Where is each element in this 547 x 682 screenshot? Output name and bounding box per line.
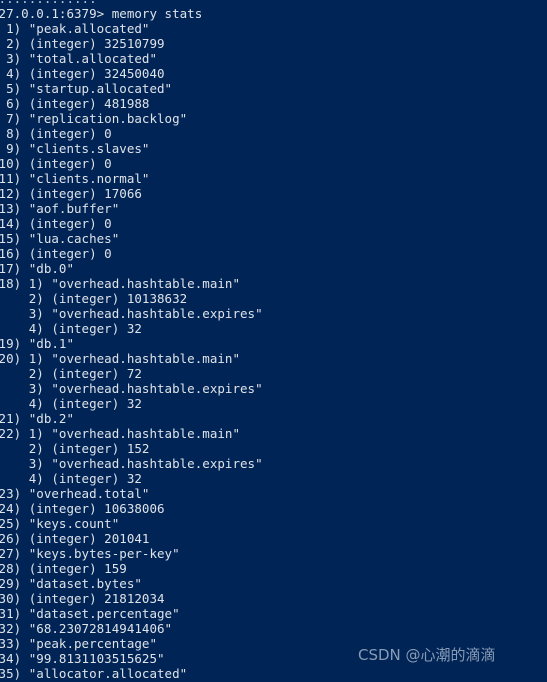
terminal-output-line: 13) "aof.buffer" (0, 201, 120, 216)
terminal-output-line: 5) "startup.allocated" (0, 81, 173, 96)
terminal-scrollback: .............. 127.0.0.1:6379> memory st… (0, 0, 547, 682)
terminal-output-line: 2) (integer) 152 (0, 441, 150, 456)
terminal-output-line: 26) (integer) 201041 (0, 531, 150, 546)
terminal-output-line: 27) "keys.bytes-per-key" (0, 546, 180, 561)
terminal-output-line: 23) "overhead.total" (0, 486, 150, 501)
terminal-output-line: 4) (integer) 32 (0, 396, 142, 411)
terminal-output-line: 22) 1) "overhead.hashtable.main" (0, 426, 241, 441)
terminal-output-line: 8) (integer) 0 (0, 126, 112, 141)
terminal-output-line: 18) 1) "overhead.hashtable.main" (0, 276, 241, 291)
terminal-output-line: 3) "overhead.hashtable.expires" (0, 381, 263, 396)
terminal-output-line: 17) "db.0" (0, 261, 75, 276)
terminal-output-line: 6) (integer) 481988 (0, 96, 150, 111)
terminal-output-line: 34) "99.8131103515625" (0, 651, 165, 666)
terminal-output-line: 25) "keys.count" (0, 516, 120, 531)
terminal-output-line: 16) (integer) 0 (0, 246, 112, 261)
terminal-output-line: 28) (integer) 159 (0, 561, 127, 576)
terminal-output-line: 3) "overhead.hashtable.expires" (0, 456, 263, 471)
terminal-output-line: 24) (integer) 10638006 (0, 501, 165, 516)
terminal-output-line: 19) "db.1" (0, 336, 75, 351)
terminal-output-line: 2) (integer) 10138632 (0, 291, 188, 306)
terminal-output-line: 21) "db.2" (0, 411, 75, 426)
terminal-output-line: 4) (integer) 32 (0, 321, 142, 336)
terminal-output-line: 15) "lua.caches" (0, 231, 120, 246)
terminal-partial-top-line: .............. (0, 0, 547, 6)
terminal-output-line: 32) "68.23072814941406" (0, 621, 173, 636)
terminal-output-line: 29) "dataset.bytes" (0, 576, 142, 591)
terminal-output-line: 3) "total.allocated" (0, 51, 158, 66)
terminal-output-line: 4) (integer) 32 (0, 471, 142, 486)
terminal-output-line: 12) (integer) 17066 (0, 186, 142, 201)
terminal-output-line: 9) "clients.slaves" (0, 141, 150, 156)
terminal-output-line: 20) 1) "overhead.hashtable.main" (0, 351, 241, 366)
terminal-output-line: 33) "peak.percentage" (0, 636, 158, 651)
terminal-output-line: 35) "allocator.allocated" (0, 666, 188, 681)
terminal-prompt-line[interactable]: 127.0.0.1:6379> memory stats (0, 6, 547, 21)
terminal-output-line: 30) (integer) 21812034 (0, 591, 165, 606)
terminal-output-line: 2) (integer) 72 (0, 366, 142, 381)
terminal-output-line: 1) "peak.allocated" (0, 21, 150, 36)
terminal-output-line: 10) (integer) 0 (0, 156, 112, 171)
terminal-output-line: 3) "overhead.hashtable.expires" (0, 306, 263, 321)
terminal-output-line: 7) "replication.backlog" (0, 111, 188, 126)
terminal-output-line: 31) "dataset.percentage" (0, 606, 180, 621)
terminal-output-line: 14) (integer) 0 (0, 216, 112, 231)
terminal-output-line: 2) (integer) 32510799 (0, 36, 165, 51)
terminal-output-line: 4) (integer) 32450040 (0, 66, 165, 81)
memory-stats-output: 1) "peak.allocated" 2) (integer) 3251079… (0, 21, 547, 682)
terminal-window[interactable]: .............. 127.0.0.1:6379> memory st… (0, 0, 547, 682)
terminal-output-line: 11) "clients.normal" (0, 171, 150, 186)
